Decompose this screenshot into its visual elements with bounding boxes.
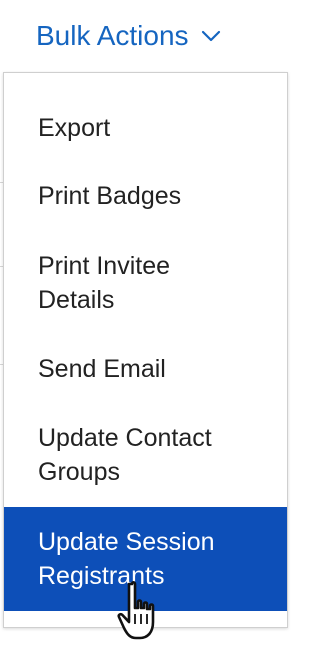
menu-item-print-invitee-details[interactable]: Print Invitee Details: [4, 249, 287, 317]
menu-item-label: Print Invitee Details: [38, 252, 171, 314]
bulk-actions-label: Bulk Actions: [36, 20, 189, 51]
chevron-down-icon: [201, 30, 220, 42]
menu-item-export[interactable]: Export: [4, 111, 287, 145]
menu-item-update-contact-groups[interactable]: Update Contact Groups: [4, 421, 287, 489]
page: Bulk Actions Export Print Badges Print I…: [0, 0, 292, 664]
menu-item-label: Print Badges: [38, 182, 182, 210]
bulk-actions-menu: Export Print Badges Print Invitee Detail…: [3, 72, 288, 628]
hand-pointer-icon: [117, 581, 155, 640]
menu-item-label: Export: [38, 114, 111, 142]
bulk-actions-button[interactable]: Bulk Actions: [36, 14, 221, 58]
menu-item-label: Update Contact Groups: [38, 424, 212, 486]
menu-item-label: Send Email: [38, 355, 166, 383]
menu-item-send-email[interactable]: Send Email: [4, 352, 287, 386]
menu-item-print-badges[interactable]: Print Badges: [4, 179, 287, 213]
